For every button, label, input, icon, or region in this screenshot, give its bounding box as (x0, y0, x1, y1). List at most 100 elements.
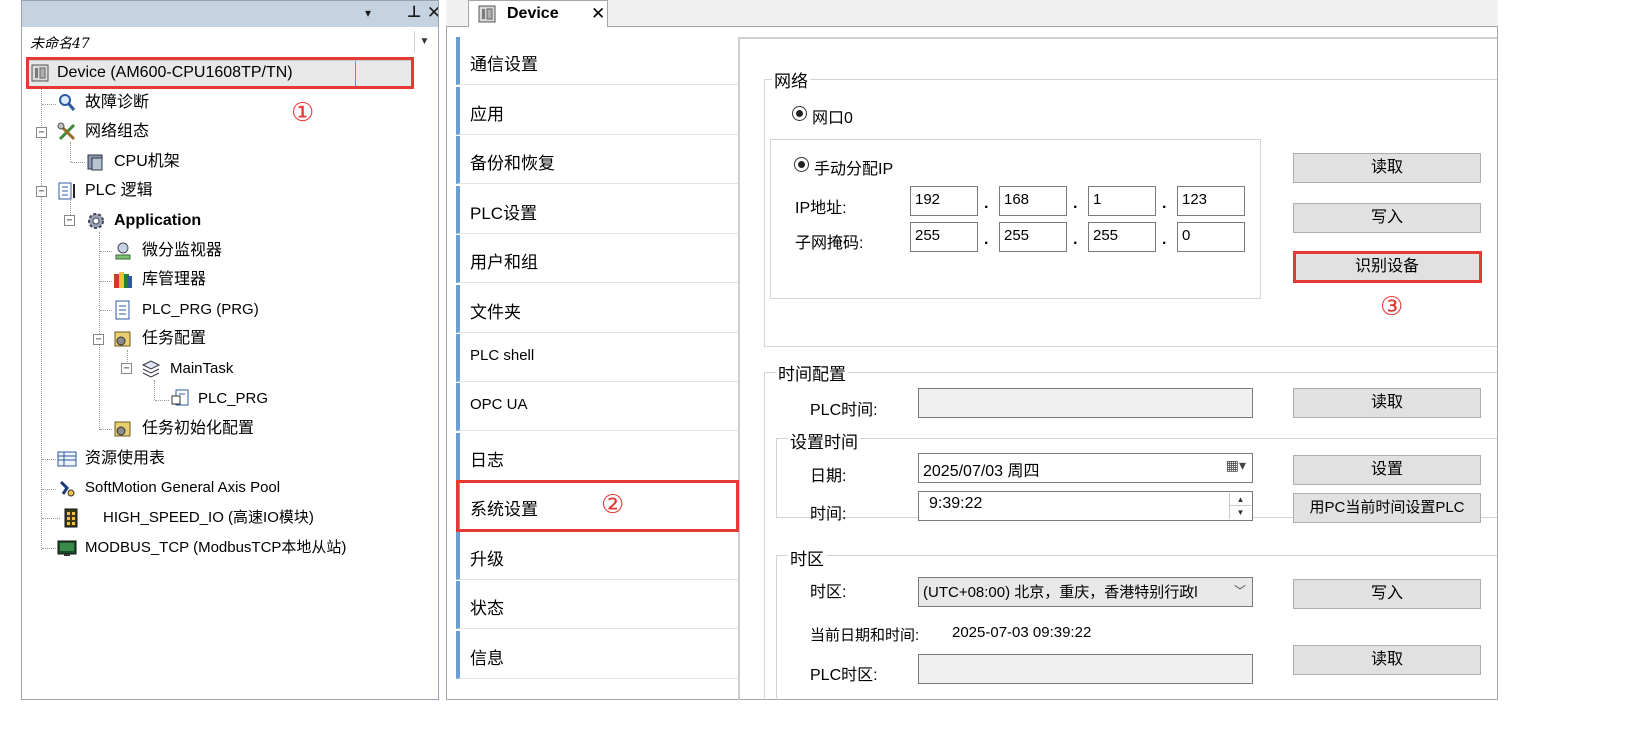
nav-item-folders[interactable]: 文件夹 (456, 285, 738, 333)
timezone-label: 时区: (810, 584, 847, 601)
nav-item-info[interactable]: 信息 (456, 631, 738, 679)
timezone-value: (UTC+08:00) 北京，重庆，香港特别行政l (923, 584, 1198, 601)
collapse-toggle-icon[interactable]: − (93, 334, 104, 345)
highlight-box-step2 (456, 480, 739, 532)
system-settings-content: 网络 网口0 手动分配IP IP地址: 192 . 168 . 1 . 123 … (740, 37, 1497, 700)
network-read-button[interactable]: 读取 (1293, 153, 1481, 183)
panel-menu-dropdown-icon[interactable]: ▾ (358, 1, 378, 25)
timezone-title: 时区 (788, 545, 826, 570)
calendar-dropdown-icon[interactable]: ▦▾ (1226, 457, 1246, 474)
tree-connector (41, 85, 42, 550)
time-spinner[interactable]: ▲ ▼ (1229, 493, 1251, 519)
nav-item-opc-ua[interactable]: OPC UA (456, 383, 738, 431)
tree-connector (154, 380, 155, 400)
task-config-icon (114, 331, 131, 347)
tree-connector (42, 459, 56, 460)
collapse-toggle-icon[interactable]: − (64, 215, 75, 226)
nav-item-log[interactable]: 日志 (456, 433, 738, 481)
tree-item-label: 故障诊断 (85, 94, 150, 111)
current-datetime-value: 2025-07-03 09:39:22 (952, 624, 1092, 641)
plc-timezone-display (918, 654, 1253, 684)
time-read-button[interactable]: 读取 (1293, 388, 1481, 418)
collapse-toggle-icon[interactable]: − (121, 363, 132, 374)
date-picker[interactable]: 2025/07/03 周四 ▦▾ (918, 453, 1253, 483)
nav-item-label: 应用 (470, 105, 504, 124)
step-marker-1: ① (291, 97, 315, 127)
ip-octet-3-input[interactable]: 1 (1088, 186, 1156, 216)
spin-up-icon[interactable]: ▲ (1230, 493, 1251, 506)
time-input[interactable]: 9:39:22 ▲ ▼ (918, 491, 1253, 521)
collapse-toggle-icon[interactable]: − (36, 127, 47, 138)
ip-octet-1-input[interactable]: 192 (910, 186, 978, 216)
tree-connector (99, 232, 100, 430)
task-init-icon (114, 421, 131, 437)
tree-item-label: 任务配置 (142, 330, 207, 347)
modbus-slave-icon (57, 540, 77, 556)
collapse-toggle-icon[interactable]: − (36, 186, 47, 197)
nav-item-application[interactable]: 应用 (456, 87, 738, 135)
nav-item-backup-restore[interactable]: 备份和恢复 (456, 136, 738, 184)
tab-title: Device (507, 5, 559, 22)
port0-radio[interactable] (792, 106, 807, 121)
nav-item-plc-shell[interactable]: PLC shell (456, 334, 738, 382)
magnifier-icon (59, 94, 76, 111)
panel-close-icon[interactable]: ✕ (424, 1, 438, 25)
axis-pool-icon (59, 480, 75, 497)
program-call-icon (171, 389, 189, 406)
nav-item-upgrade[interactable]: 升级 (456, 532, 738, 580)
mask-octet-4-input[interactable]: 0 (1177, 222, 1245, 252)
tree-item-label: PLC_PRG (198, 390, 269, 407)
nav-item-status[interactable]: 状态 (456, 581, 738, 629)
current-datetime-label: 当前日期和时间: (810, 627, 920, 644)
nav-item-users-groups[interactable]: 用户和组 (456, 235, 738, 283)
tree-connector (100, 310, 112, 311)
timezone-select[interactable]: (UTC+08:00) 北京，重庆，香港特别行政l ﹀ (918, 577, 1253, 607)
set-from-pc-time-button[interactable]: 用PC当前时间设置PLC (1293, 493, 1481, 523)
ip-dot: . (984, 231, 989, 248)
tree-item-label: MODBUS_TCP (ModbusTCP本地从站) (85, 539, 347, 556)
project-name: 未命名47 (30, 36, 90, 52)
mask-octet-1-input[interactable]: 255 (910, 222, 978, 252)
tree-connector (100, 429, 112, 430)
highlight-box-step3 (1293, 251, 1482, 283)
device-icon (478, 5, 496, 23)
project-selector[interactable]: 未命名47 ▼ (26, 31, 436, 53)
mask-octet-3-input[interactable]: 255 (1088, 222, 1156, 252)
pin-icon[interactable]: ⊥ (404, 1, 424, 25)
timezone-write-button[interactable]: 写入 (1293, 579, 1481, 609)
chevron-down-icon[interactable]: ﹀ (1234, 582, 1246, 599)
nav-item-communication[interactable]: 通信设置 (456, 37, 738, 85)
tree-connector (100, 251, 112, 252)
ip-dot: . (984, 195, 989, 212)
tree-connector (155, 400, 169, 401)
tab-device[interactable]: Device ✕ (468, 0, 608, 27)
ip-octet-2-input[interactable]: 168 (999, 186, 1067, 216)
tree-connector (42, 518, 60, 519)
manual-ip-radio[interactable] (794, 157, 809, 172)
tree-item-label: PLC 逻辑 (85, 182, 153, 199)
time-config-title: 时间配置 (776, 360, 848, 385)
network-write-button[interactable]: 写入 (1293, 203, 1481, 233)
mask-octet-2-input[interactable]: 255 (999, 222, 1067, 252)
timezone-read-button[interactable]: 读取 (1293, 645, 1481, 675)
close-icon[interactable]: ✕ (591, 4, 605, 24)
time-label: 时间: (810, 506, 847, 523)
set-date-time-button[interactable]: 设置 (1293, 455, 1481, 485)
ip-octet-4-input[interactable]: 123 (1177, 186, 1245, 216)
ip-dot: . (1162, 231, 1167, 248)
chevron-down-icon[interactable]: ▼ (414, 31, 434, 53)
plc-time-label: PLC时间: (810, 402, 878, 419)
ip-dot: . (1162, 195, 1167, 212)
spin-down-icon[interactable]: ▼ (1230, 506, 1251, 519)
main-task-icon (141, 360, 161, 378)
nav-item-label: 文件夹 (470, 303, 521, 322)
date-label: 日期: (810, 468, 847, 485)
tree-item-label: PLC_PRG (PRG) (142, 301, 259, 318)
tree-item-label: 资源使用表 (85, 450, 166, 467)
library-books-icon (114, 272, 132, 288)
nav-item-label: 状态 (470, 599, 504, 618)
date-value: 2025/07/03 周四 (923, 463, 1040, 480)
tree-item-label: Application (114, 212, 202, 229)
nav-item-plc-settings[interactable]: PLC设置 (456, 186, 738, 234)
tree-connector (100, 281, 112, 282)
